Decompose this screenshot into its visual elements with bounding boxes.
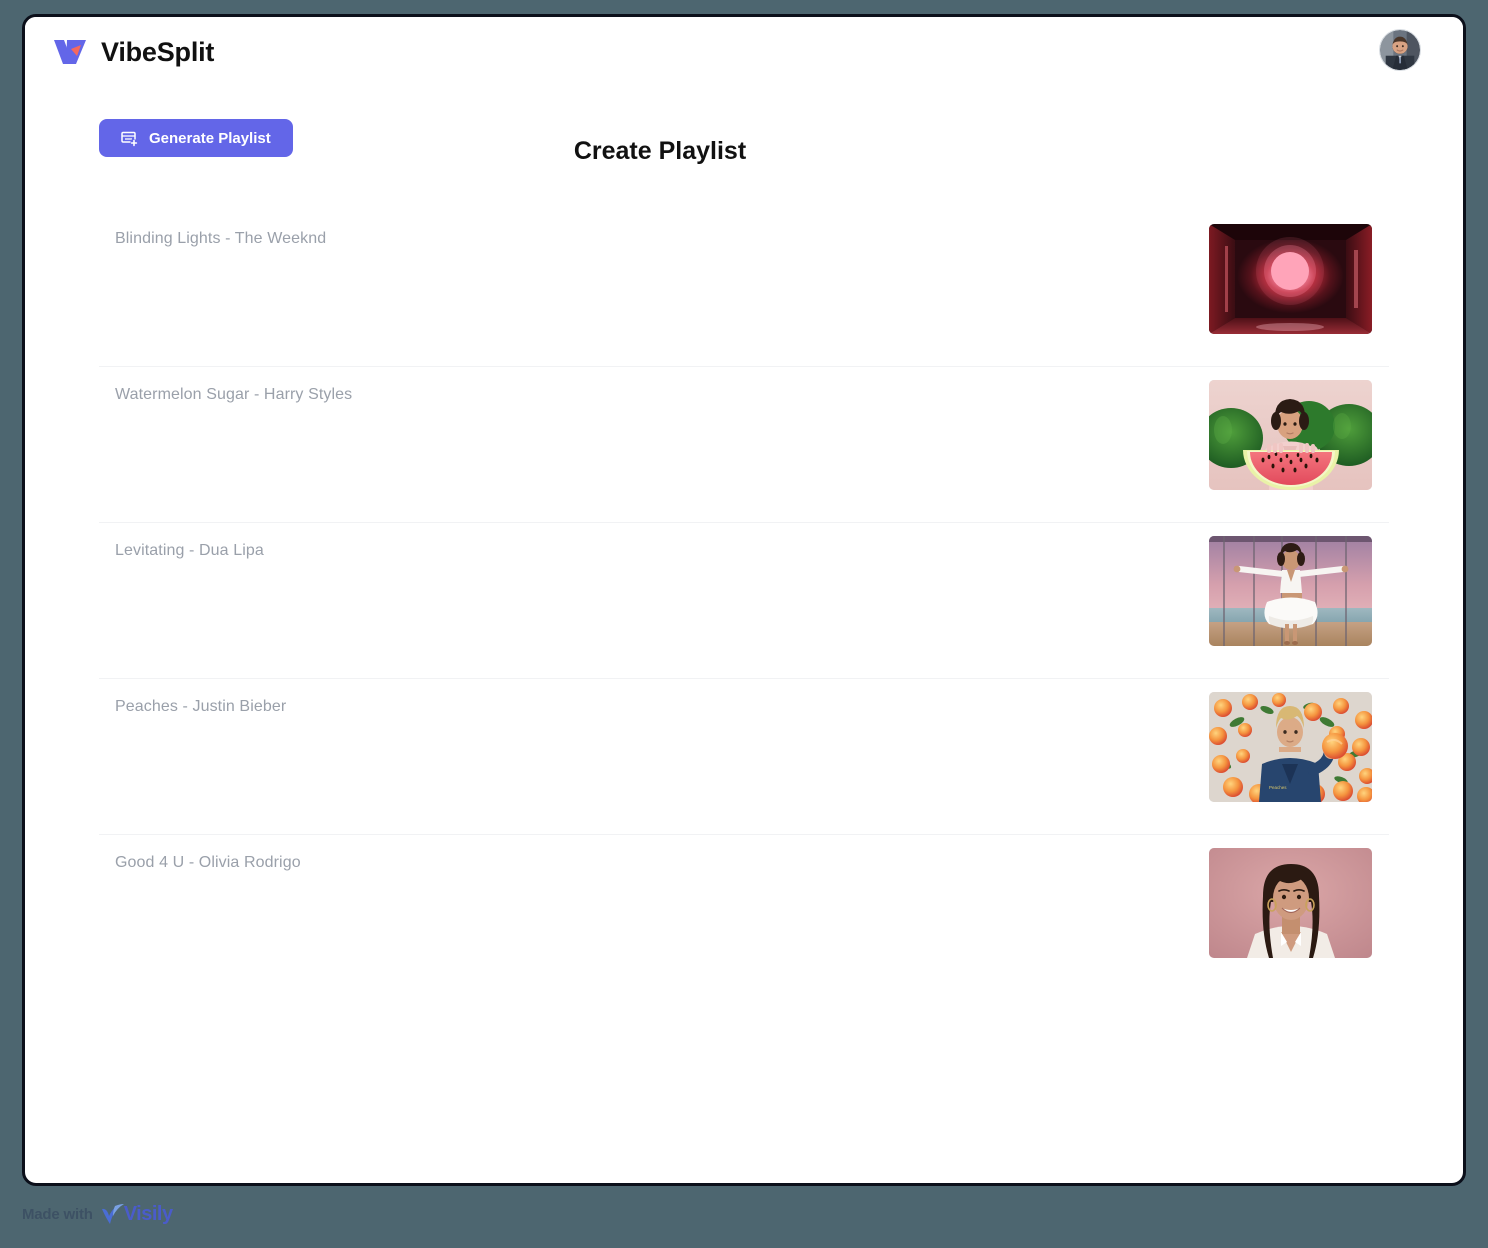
visily-logo-icon	[99, 1203, 127, 1226]
thumbnail-blinding-lights[interactable]	[1209, 224, 1372, 334]
user-avatar-photo	[1380, 30, 1420, 70]
brand-name: VibeSplit	[101, 36, 215, 67]
track-title: Blinding Lights - The Weeknd	[115, 230, 327, 247]
track-title: Watermelon Sugar - Harry Styles	[115, 386, 353, 403]
track-row[interactable]: Levitating - Dua Lipa	[99, 523, 1389, 679]
vibesplit-logo-icon	[53, 37, 87, 67]
thumbnail-levitating[interactable]	[1209, 536, 1372, 646]
action-row: Generate Playlist Create Playlist	[99, 101, 1389, 175]
track-title: Peaches - Justin Bieber	[115, 698, 287, 715]
visily-watermark: Made with Visily	[22, 1203, 173, 1226]
main-content: Generate Playlist Create Playlist Blindi…	[25, 101, 1463, 991]
track-row[interactable]: Peaches - Justin Bieber Peaches	[99, 679, 1389, 835]
svg-text:Peaches: Peaches	[1269, 785, 1287, 790]
thumbnail-peaches[interactable]: Peaches	[1209, 692, 1372, 802]
track-list: Blinding Lights - The Weeknd Watermelon …	[99, 211, 1389, 991]
page-title: Create Playlist	[573, 137, 747, 165]
brand[interactable]: VibeSplit	[53, 37, 214, 67]
track-row[interactable]: Good 4 U - Olivia Rodrigo	[99, 835, 1389, 991]
track-row[interactable]: Watermelon Sugar - Harry Styles	[99, 367, 1389, 523]
visily-wordmark: Visily	[123, 1203, 173, 1225]
track-row[interactable]: Blinding Lights - The Weeknd	[99, 211, 1389, 367]
track-title: Good 4 U - Olivia Rodrigo	[115, 854, 301, 871]
thumbnail-watermelon-sugar[interactable]	[1209, 380, 1372, 490]
visily-watermark-label: Made with	[22, 1206, 93, 1223]
app-header: VibeSplit	[25, 17, 1463, 101]
track-title: Levitating - Dua Lipa	[115, 542, 264, 559]
app-window: VibeSplit Generate Playlist Create Playl…	[22, 14, 1466, 1186]
thumbnail-good-4-u[interactable]	[1209, 848, 1372, 958]
avatar[interactable]	[1379, 29, 1421, 71]
